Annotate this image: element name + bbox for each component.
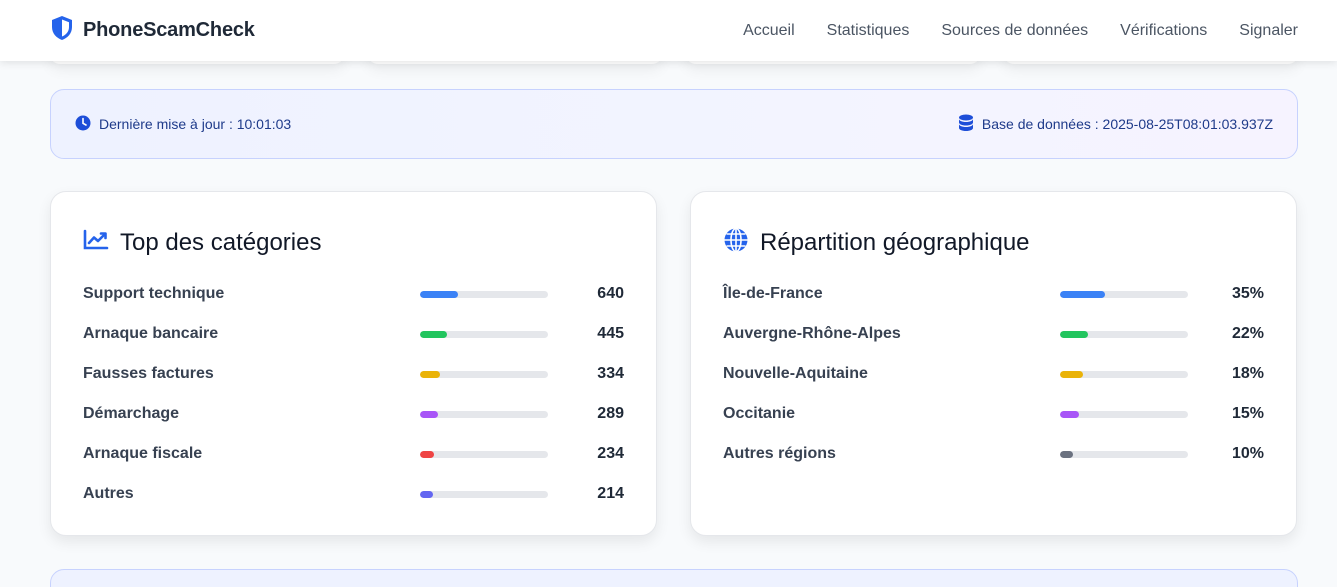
categories-title-text: Top des catégories bbox=[120, 229, 322, 256]
list-item: Fausses factures 334 bbox=[83, 354, 624, 394]
brand-logo[interactable]: PhoneScamCheck bbox=[50, 15, 255, 46]
database-info: Base de données : 2025-08-25T08:01:03.93… bbox=[958, 114, 1273, 135]
progress-fill bbox=[420, 330, 447, 338]
last-update-text: Dernière mise à jour : 10:01:03 bbox=[99, 116, 292, 132]
list-item: Autres régions 10% bbox=[723, 434, 1264, 474]
item-value: 640 bbox=[597, 285, 624, 302]
item-label: Nouvelle-Aquitaine bbox=[723, 365, 868, 382]
nav-link-sources[interactable]: Sources de données bbox=[941, 22, 1088, 40]
list-item: Support technique 640 bbox=[83, 274, 624, 314]
list-item: Nouvelle-Aquitaine 18% bbox=[723, 354, 1264, 394]
list-item: Occitanie 15% bbox=[723, 394, 1264, 434]
progress-track bbox=[420, 450, 548, 458]
progress-track bbox=[420, 290, 548, 298]
progress-fill bbox=[420, 490, 433, 498]
item-label: Arnaque fiscale bbox=[83, 445, 203, 462]
nav-link-signaler[interactable]: Signaler bbox=[1239, 22, 1298, 40]
nav-link-verifications[interactable]: Vérifications bbox=[1120, 22, 1207, 40]
database-text: Base de données : 2025-08-25T08:01:03.93… bbox=[981, 116, 1273, 132]
item-value: 22% bbox=[1231, 325, 1264, 342]
list-item: Île-de-France 35% bbox=[723, 274, 1264, 314]
item-label: Fausses factures bbox=[83, 365, 214, 382]
progress-track bbox=[420, 490, 548, 498]
progress-fill bbox=[420, 290, 459, 298]
item-label: Auvergne-Rhône-Alpes bbox=[723, 325, 901, 342]
item-label: Autres régions bbox=[723, 445, 836, 462]
list-item: Autres 214 bbox=[83, 474, 624, 514]
globe-icon bbox=[723, 227, 749, 260]
progress-fill bbox=[420, 410, 438, 418]
progress-track bbox=[420, 410, 548, 418]
progress-track bbox=[1060, 290, 1188, 298]
progress-fill bbox=[1060, 330, 1089, 338]
progress-fill bbox=[1060, 370, 1084, 378]
main-nav: Accueil Statistiques Sources de données … bbox=[743, 22, 1298, 40]
update-info-bar: Dernière mise à jour : 10:01:03 Base de … bbox=[50, 89, 1298, 159]
item-label: Support technique bbox=[83, 285, 225, 302]
progress-fill bbox=[1060, 290, 1105, 298]
item-value: 445 bbox=[597, 325, 624, 342]
geo-card: Répartition géographique Île-de-France 35… bbox=[690, 191, 1297, 536]
nav-link-statistiques[interactable]: Statistiques bbox=[827, 22, 910, 40]
progress-track bbox=[420, 330, 548, 338]
brand-name: PhoneScamCheck bbox=[83, 19, 255, 41]
progress-track bbox=[1060, 410, 1188, 418]
progress-fill bbox=[1060, 410, 1080, 418]
item-value: 289 bbox=[597, 405, 624, 422]
list-item: Auvergne-Rhône-Alpes 22% bbox=[723, 314, 1264, 354]
top-navbar: PhoneScamCheck Accueil Statistiques Sour… bbox=[0, 0, 1337, 61]
shield-icon bbox=[50, 15, 74, 46]
item-value: 214 bbox=[597, 485, 624, 502]
progress-track bbox=[420, 370, 548, 378]
progress-track bbox=[1060, 330, 1188, 338]
item-value: 18% bbox=[1231, 365, 1264, 382]
item-label: Démarchage bbox=[83, 405, 180, 422]
categories-title: Top des catégories bbox=[83, 218, 624, 268]
progress-fill bbox=[420, 450, 435, 458]
database-icon bbox=[958, 114, 974, 135]
nav-link-accueil[interactable]: Accueil bbox=[743, 22, 795, 40]
item-label: Arnaque bancaire bbox=[83, 325, 219, 342]
list-item: Démarchage 289 bbox=[83, 394, 624, 434]
item-label: Autres bbox=[83, 485, 134, 502]
progress-fill bbox=[420, 370, 441, 378]
progress-track bbox=[1060, 450, 1188, 458]
item-value: 234 bbox=[597, 445, 624, 462]
last-update: Dernière mise à jour : 10:01:03 bbox=[75, 115, 291, 134]
chart-line-icon bbox=[83, 229, 109, 258]
geo-title-text: Répartition géographique bbox=[760, 229, 1030, 256]
categories-card: Top des catégories Support technique 640 A… bbox=[50, 191, 657, 536]
item-label: Île-de-France bbox=[723, 285, 823, 302]
progress-fill bbox=[1060, 450, 1073, 458]
next-section-card bbox=[50, 569, 1298, 587]
item-value: 35% bbox=[1231, 285, 1264, 302]
geo-title: Répartition géographique bbox=[723, 218, 1264, 268]
categories-list: Support technique 640 Arnaque bancaire 445 F… bbox=[83, 274, 624, 514]
progress-track bbox=[1060, 370, 1188, 378]
item-value: 15% bbox=[1231, 405, 1264, 422]
item-value: 334 bbox=[597, 365, 624, 382]
clock-icon bbox=[75, 115, 91, 134]
geo-list: Île-de-France 35% Auvergne-Rhône-Alpes 22% N… bbox=[723, 274, 1264, 474]
list-item: Arnaque bancaire 445 bbox=[83, 314, 624, 354]
item-label: Occitanie bbox=[723, 405, 796, 422]
list-item: Arnaque fiscale 234 bbox=[83, 434, 624, 474]
item-value: 10% bbox=[1231, 445, 1264, 462]
